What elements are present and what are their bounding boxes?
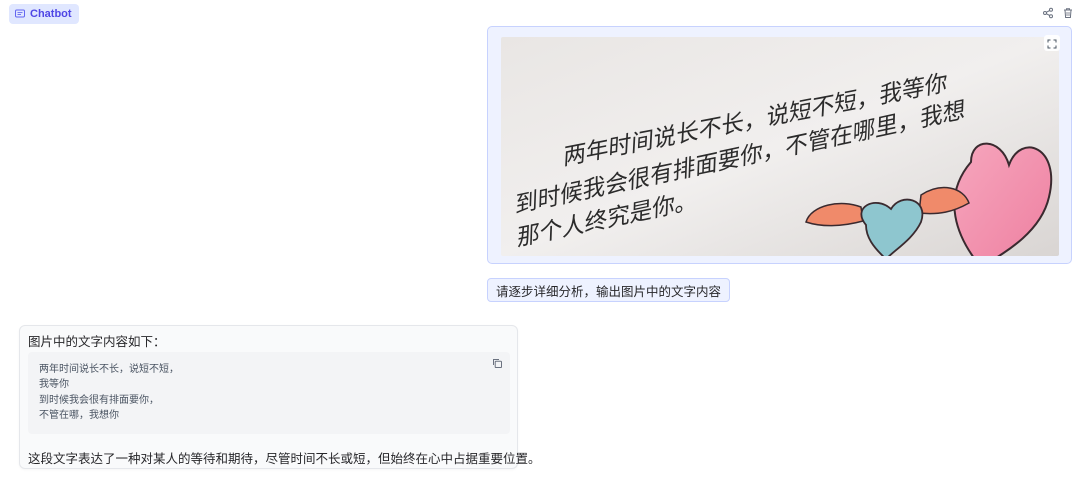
user-image-message: 两年时间说长不长，说短不短，我等你 到时候我会很有排面要你，不管在哪里，我想 那… — [487, 26, 1072, 264]
fullscreen-icon — [1047, 34, 1057, 53]
bot-summary-text: 这段文字表达了一种对某人的等待和期待，尽管时间不长或短，但始终在心中占据重要位置… — [28, 451, 541, 466]
user-text-content: 请逐步详细分析，输出图片中的文字内容 — [496, 283, 722, 299]
bot-message: 图片中的文字内容如下： 两年时间说长不长，说短不短， 我等你到时候我会很有排面要你… — [19, 325, 541, 469]
uploaded-image[interactable]: 两年时间说长不长，说短不短，我等你 到时候我会很有排面要你，不管在哪里，我想 那… — [501, 37, 1059, 256]
copy-button[interactable] — [490, 356, 504, 370]
code-line: 到时候我会很有排面要你， — [39, 394, 159, 406]
bot-intro-text: 图片中的文字内容如下： — [28, 334, 166, 349]
code-line: 我等你 — [39, 379, 69, 391]
share-button[interactable] — [1040, 5, 1056, 21]
chatbot-label-text: Chatbot — [30, 8, 72, 20]
code-line: 不管在哪，我想你 — [39, 409, 119, 421]
chatbot-label: Chatbot — [9, 4, 79, 24]
top-actions — [1040, 5, 1076, 21]
user-text-message: 请逐步详细分析，输出图片中的文字内容 — [487, 278, 731, 302]
code-block: 两年时间说长不长，说短不短， 我等你到时候我会很有排面要你， 不管在哪，我想你 — [28, 352, 510, 434]
trash-icon — [1062, 7, 1074, 19]
code-lines: 两年时间说长不长，说短不短， 我等你到时候我会很有排面要你， 不管在哪，我想你 — [39, 362, 179, 423]
chat-icon — [14, 8, 26, 20]
share-icon — [1042, 7, 1054, 19]
code-line: 两年时间说长不长，说短不短， — [39, 364, 179, 375]
copy-icon — [492, 354, 503, 373]
chatbot-app: Chatbot 两年时间说长不长，说短不短，我等你 到时候我会很有排面要你，不管… — [0, 0, 1080, 482]
clear-button[interactable] — [1060, 5, 1076, 21]
expand-image-button[interactable] — [1044, 35, 1060, 51]
